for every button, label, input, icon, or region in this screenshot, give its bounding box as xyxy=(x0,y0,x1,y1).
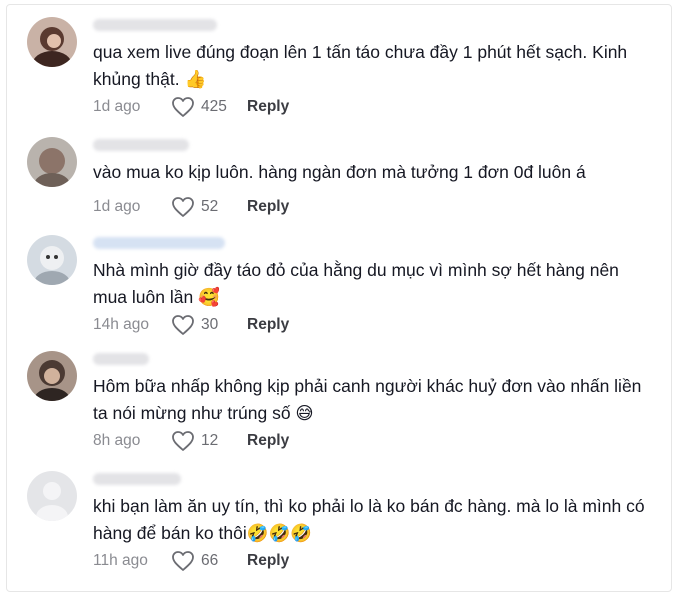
comment-meta: 8h ago 12 Reply xyxy=(93,429,289,453)
like-count: 425 xyxy=(201,98,227,115)
username-blurred[interactable] xyxy=(93,19,217,31)
comment-time: 1d ago xyxy=(93,98,141,115)
avatar[interactable] xyxy=(27,17,77,67)
comment-list: qua xem live đúng đoạn lên 1 tấn táo chư… xyxy=(6,4,672,592)
like-count: 66 xyxy=(201,552,219,569)
reply-button[interactable]: Reply xyxy=(247,552,289,570)
comment-time: 8h ago xyxy=(93,432,141,449)
avatar[interactable] xyxy=(27,471,77,521)
username-blurred[interactable] xyxy=(93,237,225,249)
comment-text: khi bạn làm ăn uy tín, thì ko phải lo là… xyxy=(93,496,645,543)
username-blurred[interactable] xyxy=(93,353,149,365)
reply-button[interactable]: Reply xyxy=(247,432,289,450)
comment-item: vào mua ko kịp luôn. hàng ngàn đơn mà tư… xyxy=(27,137,667,227)
comment-meta: 14h ago 30 Reply xyxy=(93,313,289,337)
comment-item: Hôm bữa nhấp không kịp phải canh người k… xyxy=(27,351,667,461)
comment-text: vào mua ko kịp luôn. hàng ngàn đơn mà tư… xyxy=(93,162,586,182)
reply-button[interactable]: Reply xyxy=(247,198,289,216)
reply-button[interactable]: Reply xyxy=(247,98,289,116)
avatar[interactable] xyxy=(27,351,77,401)
comment-text: Nhà mình giờ đầy táo đỏ của hằng du mục … xyxy=(93,260,619,307)
heart-outline-icon[interactable] xyxy=(171,96,195,118)
comment-item: Nhà mình giờ đầy táo đỏ của hằng du mục … xyxy=(27,235,667,345)
comment-text: qua xem live đúng đoạn lên 1 tấn táo chư… xyxy=(93,42,628,89)
heart-outline-icon[interactable] xyxy=(171,550,195,572)
avatar[interactable] xyxy=(27,235,77,285)
like-count: 12 xyxy=(201,432,219,449)
comment-meta: 1d ago 425 Reply xyxy=(93,95,289,119)
comment-meta: 1d ago 52 Reply xyxy=(93,195,289,219)
username-blurred[interactable] xyxy=(93,139,189,151)
heart-outline-icon[interactable] xyxy=(171,430,195,452)
reply-button[interactable]: Reply xyxy=(247,316,289,334)
heart-outline-icon[interactable] xyxy=(171,314,195,336)
like-count: 52 xyxy=(201,198,219,215)
comment-item: khi bạn làm ăn uy tín, thì ko phải lo là… xyxy=(27,471,667,581)
comment-time: 14h ago xyxy=(93,316,150,333)
heart-outline-icon[interactable] xyxy=(171,196,195,218)
username-blurred[interactable] xyxy=(93,473,181,485)
comment-time: 11h ago xyxy=(93,552,148,569)
comment-text: Hôm bữa nhấp không kịp phải canh người k… xyxy=(93,376,642,423)
comment-meta: 11h ago 66 Reply xyxy=(93,549,289,573)
like-count: 30 xyxy=(201,316,219,333)
comment-item: qua xem live đúng đoạn lên 1 tấn táo chư… xyxy=(27,17,667,127)
avatar[interactable] xyxy=(27,137,77,187)
comment-time: 1d ago xyxy=(93,198,141,215)
